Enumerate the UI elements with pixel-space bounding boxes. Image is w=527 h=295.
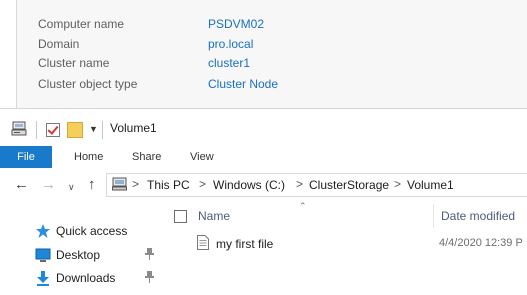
tab-share[interactable]: Share: [132, 146, 161, 168]
recent-locations-icon[interactable]: ∨: [68, 179, 75, 195]
breadcrumb-this-pc[interactable]: This PC: [147, 178, 190, 192]
title-divider: [102, 121, 103, 139]
cluster-name-value[interactable]: cluster1: [208, 54, 250, 72]
column-divider[interactable]: [433, 204, 434, 228]
pin-icon[interactable]: [145, 271, 154, 283]
nav-item-label: Desktop: [56, 248, 101, 262]
window-title: Volume1: [110, 121, 157, 135]
navigation-pane: Quick access Desktop Downloads: [0, 202, 162, 295]
tab-home[interactable]: Home: [74, 146, 103, 168]
nav-item-label: Quick access: [56, 224, 128, 238]
cluster-info-panel: Computer name PSDVM02 Domain pro.local C…: [0, 0, 527, 109]
tab-view[interactable]: View: [190, 146, 214, 168]
nav-item-quick-access[interactable]: Quick access: [0, 220, 162, 242]
table-row[interactable]: my first file 4/4/2020 12:39 P: [162, 232, 527, 254]
nav-item-desktop[interactable]: Desktop: [0, 244, 162, 266]
breadcrumb-separator: >: [132, 177, 140, 191]
up-arrow-icon[interactable]: ↑: [88, 177, 96, 193]
domain-value[interactable]: pro.local: [208, 35, 253, 53]
text-file-icon: [197, 235, 209, 250]
computer-name-value[interactable]: PSDVM02: [208, 15, 264, 33]
panel-frame: [0, 0, 17, 108]
column-header-date-modified[interactable]: Date modified: [441, 209, 515, 223]
star-icon: [35, 223, 51, 239]
cluster-object-type-label: Cluster object type: [38, 77, 138, 91]
breadcrumb-volume1[interactable]: Volume1: [407, 178, 454, 192]
back-arrow-icon[interactable]: ←: [14, 177, 29, 193]
new-folder-icon[interactable]: [67, 122, 83, 138]
nav-item-downloads[interactable]: Downloads: [0, 267, 162, 289]
file-list-pane: Name ⌃ Date modified my first file 4/4/2…: [162, 201, 527, 295]
address-toolbar: ← → ∨ ↑ > This PC > Windows (C:) > Clust…: [0, 168, 527, 202]
domain-label: Domain: [38, 37, 80, 51]
breadcrumb-separator: >: [296, 177, 304, 191]
breadcrumb-windows-c[interactable]: Windows (C:): [213, 178, 285, 192]
computer-name-label: Computer name: [38, 17, 125, 31]
file-name: my first file: [216, 237, 274, 251]
column-header-name[interactable]: Name: [198, 209, 230, 223]
file-date-modified: 4/4/2020 12:39 P: [439, 237, 523, 249]
forward-arrow-icon[interactable]: →: [41, 177, 56, 193]
nav-item-label: Downloads: [56, 271, 116, 285]
downloads-icon: [35, 270, 51, 286]
ribbon-tabs: File Home Share View: [0, 146, 527, 169]
customize-dropdown-icon[interactable]: ▼: [89, 124, 98, 140]
pin-icon[interactable]: [145, 248, 154, 260]
breadcrumb-clusterstorage[interactable]: ClusterStorage: [309, 178, 389, 192]
this-pc-icon: [112, 177, 127, 191]
column-headers: Name ⌃ Date modified: [162, 201, 527, 228]
cluster-object-type-value[interactable]: Cluster Node: [208, 75, 278, 93]
breadcrumb-separator: >: [394, 177, 402, 191]
file-explorer-window: ▼ Volume1 File Home Share View ← → ∨ ↑ >…: [0, 110, 527, 295]
checkmark-icon[interactable]: [46, 123, 60, 137]
select-all-checkbox[interactable]: [174, 210, 187, 223]
cluster-name-label: Cluster name: [38, 56, 110, 70]
sort-ascending-icon: ⌃: [299, 201, 307, 211]
tab-file[interactable]: File: [0, 146, 52, 168]
title-bar: ▼ Volume1: [0, 110, 527, 146]
toolbar-divider: [36, 121, 37, 139]
desktop-icon: [35, 247, 51, 263]
address-bar[interactable]: > This PC > Windows (C:) > ClusterStorag…: [106, 173, 527, 197]
breadcrumb-separator: >: [199, 177, 207, 191]
properties-icon[interactable]: [11, 121, 27, 137]
